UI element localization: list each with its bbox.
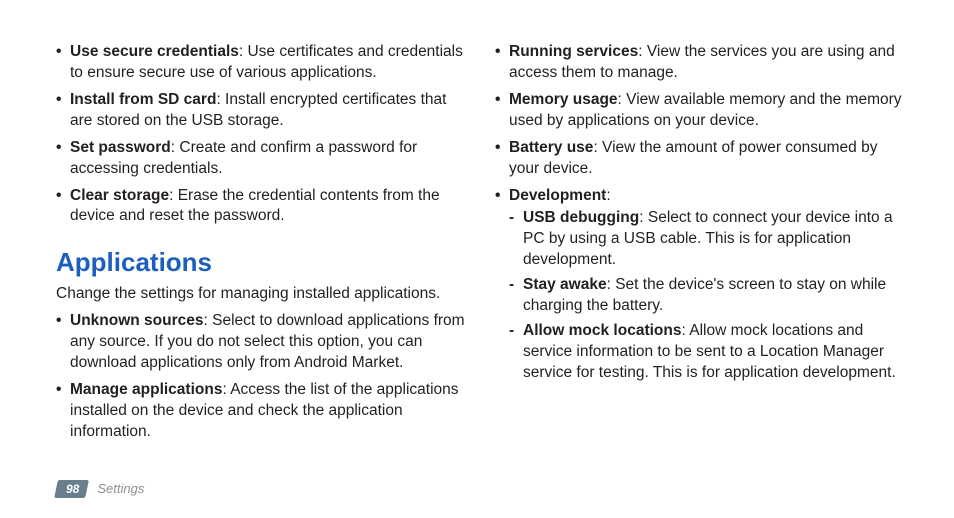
page-number-badge: 98 (54, 480, 89, 498)
term: Set password (70, 139, 171, 156)
section-heading-applications: Applications (56, 245, 465, 280)
list-item: Memory usage: View available memory and … (495, 90, 904, 132)
term: Install from SD card (70, 91, 216, 108)
term: Unknown sources (70, 312, 204, 329)
column-right: Running services: View the services you … (495, 42, 904, 449)
term: USB debugging (523, 209, 639, 226)
term: Battery use (509, 139, 593, 156)
list-item: Allow mock locations: Allow mock locatio… (509, 321, 904, 384)
list-item: Install from SD card: Install encrypted … (56, 90, 465, 132)
page-footer: 98 Settings (56, 480, 144, 498)
left-bottom-list: Unknown sources: Select to download appl… (56, 311, 465, 443)
list-item: Stay awake: Set the device's screen to s… (509, 275, 904, 317)
development-sublist: USB debugging: Select to connect your de… (509, 208, 904, 383)
list-item: Set password: Create and confirm a passw… (56, 138, 465, 180)
column-left: Use secure credentials: Use certificates… (56, 42, 465, 449)
list-item: Running services: View the services you … (495, 42, 904, 84)
term: Clear storage (70, 187, 169, 204)
term: Development (509, 187, 606, 204)
term: Running services (509, 43, 638, 60)
list-item: Manage applications: Access the list of … (56, 380, 465, 443)
term: Use secure credentials (70, 43, 239, 60)
list-item: Use secure credentials: Use certificates… (56, 42, 465, 84)
section-intro: Change the settings for managing install… (56, 284, 465, 305)
term: Memory usage (509, 91, 618, 108)
page-number: 98 (66, 481, 79, 497)
left-top-list: Use secure credentials: Use certificates… (56, 42, 465, 227)
term: Stay awake (523, 276, 607, 293)
page-columns: Use secure credentials: Use certificates… (0, 0, 954, 449)
list-item: Development: USB debugging: Select to co… (495, 186, 904, 384)
list-item: Battery use: View the amount of power co… (495, 138, 904, 180)
right-list: Running services: View the services you … (495, 42, 904, 384)
desc: : (606, 187, 610, 204)
list-item: Unknown sources: Select to download appl… (56, 311, 465, 374)
list-item: USB debugging: Select to connect your de… (509, 208, 904, 271)
footer-section-label: Settings (97, 480, 144, 498)
term: Allow mock locations (523, 322, 681, 339)
list-item: Clear storage: Erase the credential cont… (56, 186, 465, 228)
term: Manage applications (70, 381, 222, 398)
